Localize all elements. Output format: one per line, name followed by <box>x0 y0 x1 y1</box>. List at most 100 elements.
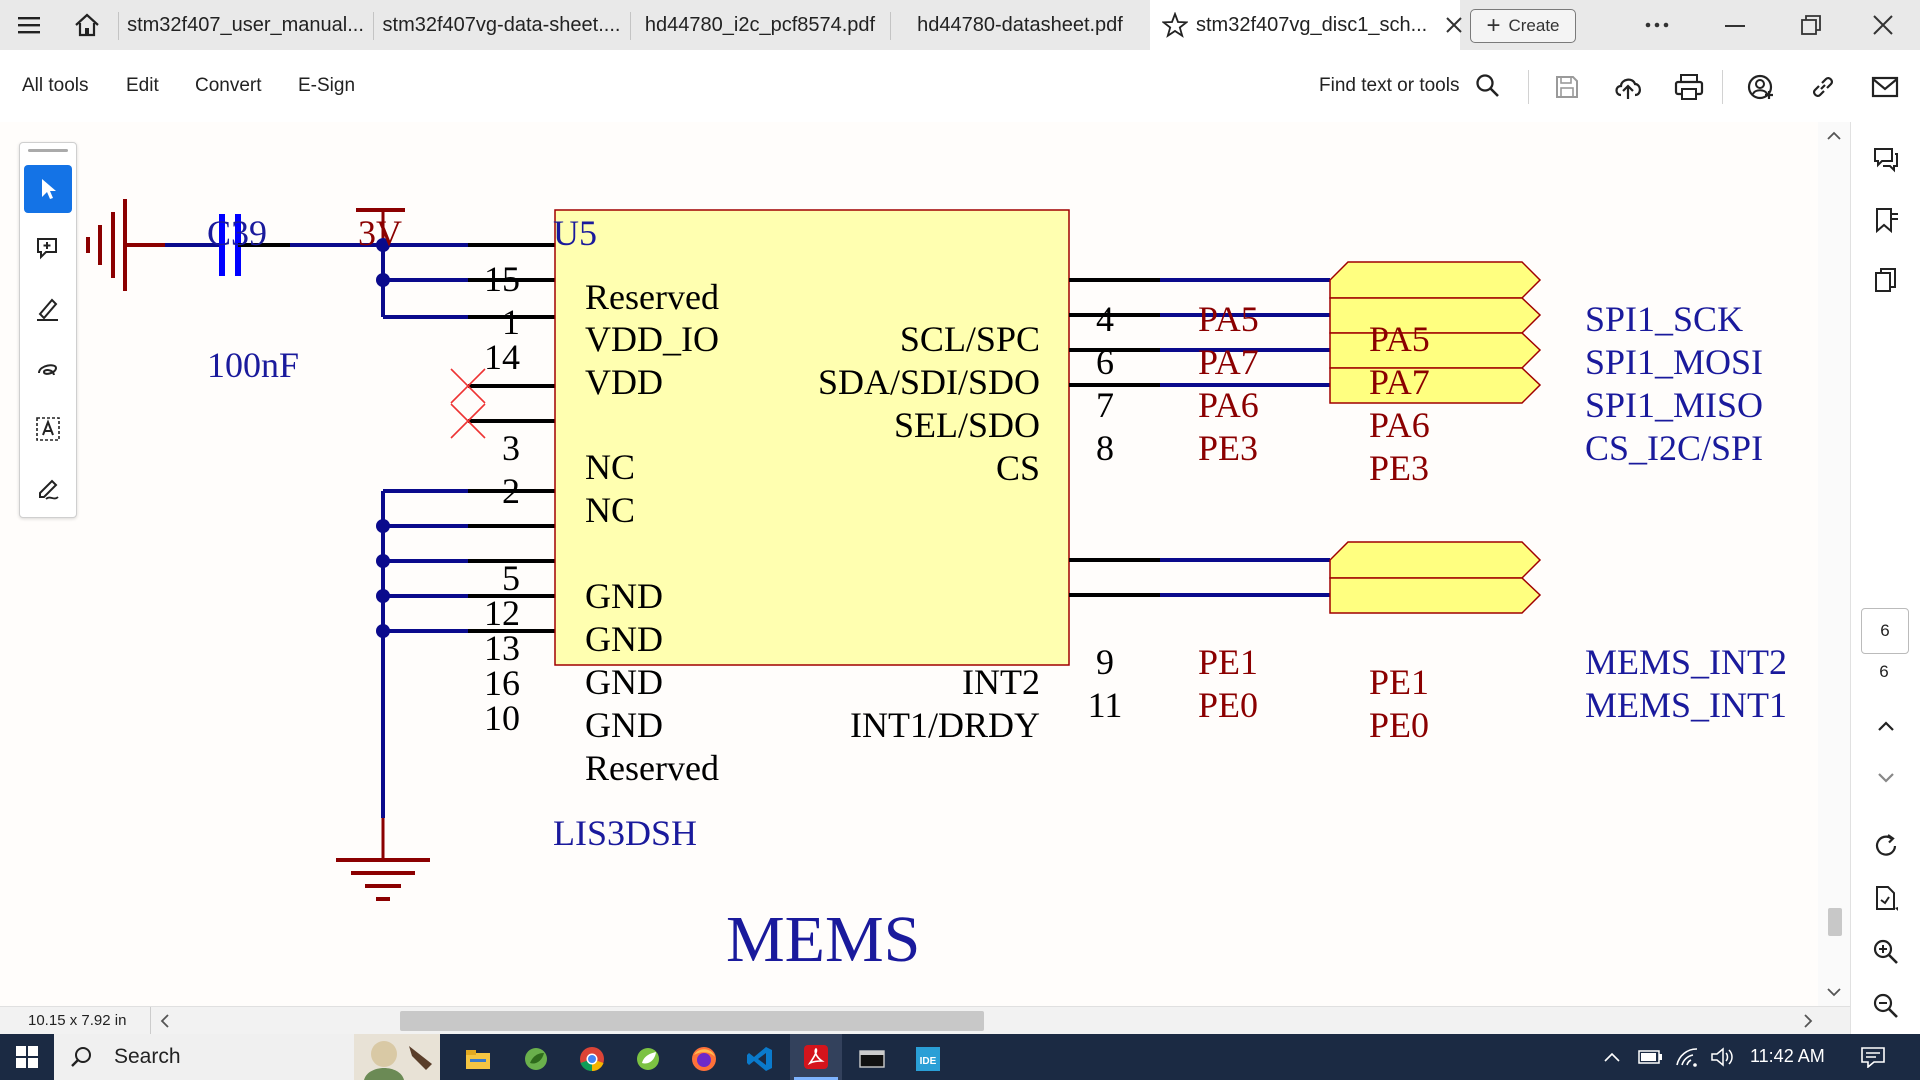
ground-symbol <box>336 858 430 901</box>
net-label: PA7 <box>1198 342 1259 382</box>
firefox-icon[interactable] <box>684 1041 724 1077</box>
scroll-right-arrow-icon[interactable] <box>1798 1011 1818 1031</box>
more-options-icon[interactable] <box>1640 12 1674 38</box>
document-canvas[interactable]: C39 100nF 3V U5 LIS3DSH 15 1 14 3 2 5 12… <box>0 122 1818 1006</box>
draw-freehand-icon[interactable] <box>24 345 72 393</box>
battery-icon[interactable] <box>1634 1044 1664 1070</box>
pin-name: GND <box>585 705 663 745</box>
tab-label: stm32f407_user_manual... <box>127 13 364 36</box>
comments-icon[interactable] <box>1868 142 1904 178</box>
menu-convert[interactable]: Convert <box>195 50 262 122</box>
pages-thumbnail-icon[interactable] <box>1868 262 1904 298</box>
upload-cloud-icon[interactable] <box>1611 70 1645 104</box>
sign-icon[interactable] <box>24 465 72 513</box>
tab-hd44780-datasheet[interactable]: hd44780-datasheet.pdf <box>890 0 1150 50</box>
menu-edit[interactable]: Edit <box>126 50 159 122</box>
clock-time[interactable]: 11:42 AM <box>1750 1046 1825 1067</box>
schematic-drawing <box>86 199 1542 901</box>
junction-dot <box>376 519 390 533</box>
zoom-out-icon[interactable] <box>1868 988 1904 1024</box>
pin-name: INT2 <box>962 662 1040 702</box>
app-spring-icon[interactable] <box>628 1041 668 1077</box>
port-label: PA6 <box>1369 405 1430 445</box>
close-window-icon[interactable] <box>1866 12 1900 38</box>
save-icon[interactable] <box>1550 70 1584 104</box>
pin-name: INT1/DRDY <box>850 705 1040 745</box>
port-flags <box>1329 261 1542 614</box>
file-explorer-icon[interactable] <box>458 1041 498 1077</box>
tab-data-sheet[interactable]: stm32f407vg-data-sheet.... <box>373 0 630 50</box>
scroll-thumb[interactable] <box>1828 908 1842 936</box>
notifications-icon[interactable] <box>1856 1044 1890 1070</box>
right-side-panel: 6 6 <box>1850 122 1920 1034</box>
add-comment-icon[interactable] <box>24 225 72 273</box>
pin-name: GND <box>585 576 663 616</box>
tab-schematic[interactable]: stm32f407vg_disc1_sch... <box>1150 0 1463 50</box>
app-green-leaf-icon[interactable] <box>516 1041 556 1077</box>
refresh-icon[interactable] <box>1868 828 1904 864</box>
text-box-icon[interactable] <box>24 405 72 453</box>
terminal-icon[interactable] <box>852 1041 892 1077</box>
pin-name: CS <box>995 448 1040 488</box>
share-user-icon[interactable] <box>1744 70 1778 104</box>
email-icon[interactable] <box>1868 70 1902 104</box>
create-label: Create <box>1508 16 1560 35</box>
bookmark-icon[interactable] <box>1868 202 1904 238</box>
scroll-thumb[interactable] <box>400 1011 984 1031</box>
section-title: MEMS <box>726 903 921 976</box>
chip-part: LIS3DSH <box>553 813 698 853</box>
print-icon[interactable] <box>1672 70 1706 104</box>
chrome-icon[interactable] <box>572 1041 612 1077</box>
volume-icon[interactable] <box>1708 1044 1738 1070</box>
page-settings-icon[interactable] <box>1868 880 1904 916</box>
restore-icon[interactable] <box>1794 12 1828 38</box>
stm32cubeide-icon[interactable]: IDE <box>908 1041 948 1077</box>
taskbar-search-box[interactable]: Search <box>54 1034 440 1080</box>
menu-label: Convert <box>195 75 262 96</box>
vscode-icon[interactable] <box>740 1041 780 1077</box>
hamburger-menu-icon[interactable] <box>14 12 44 38</box>
pin-number: 8 <box>1096 428 1114 468</box>
close-tab-icon[interactable] <box>1445 12 1463 38</box>
page-number-input[interactable]: 6 <box>1861 608 1909 654</box>
supply-label: 3V <box>358 213 402 253</box>
windows-start-icon[interactable] <box>10 1042 44 1072</box>
minimize-icon[interactable] <box>1718 12 1752 38</box>
horizontal-scrollbar[interactable]: 10.15 x 7.92 in <box>0 1006 1850 1035</box>
previous-page-icon[interactable] <box>1868 708 1904 744</box>
search-placeholder: Search <box>114 1045 181 1068</box>
drag-handle[interactable] <box>28 149 68 152</box>
wifi-icon[interactable] <box>1672 1044 1702 1070</box>
menu-label: Edit <box>126 75 159 96</box>
zoom-in-icon[interactable] <box>1868 934 1904 970</box>
next-page-icon[interactable] <box>1868 760 1904 796</box>
scroll-down-arrow-icon[interactable] <box>1824 984 1844 1000</box>
highlight-pen-icon[interactable] <box>24 285 72 333</box>
show-hidden-icons-chevron-icon[interactable] <box>1600 1044 1624 1070</box>
menu-all-tools[interactable]: All tools <box>22 50 89 122</box>
link-icon[interactable] <box>1806 70 1840 104</box>
menu-e-sign[interactable]: E-Sign <box>298 50 355 122</box>
pin-name: SCL/SPC <box>899 319 1040 359</box>
home-icon[interactable] <box>70 10 104 40</box>
scroll-left-arrow-icon[interactable] <box>155 1011 175 1031</box>
pin-number: 15 <box>484 259 520 299</box>
find-text-or-tools[interactable]: Find text or tools <box>1319 50 1503 122</box>
scroll-up-arrow-icon[interactable] <box>1824 128 1844 144</box>
acrobat-taskbar-active[interactable] <box>790 1034 842 1080</box>
vertical-scrollbar[interactable] <box>1818 122 1850 1006</box>
star-icon[interactable] <box>1162 10 1188 40</box>
net-label: PE1 <box>1198 642 1259 682</box>
pin-name: GND <box>585 619 663 659</box>
tab-label: stm32f407vg-data-sheet.... <box>382 13 621 36</box>
tab-hd44780-i2c[interactable]: hd44780_i2c_pcf8574.pdf <box>630 0 890 50</box>
port-label: PA7 <box>1369 362 1430 402</box>
create-button[interactable]: + Create <box>1470 9 1576 43</box>
select-tool-icon[interactable] <box>24 165 72 213</box>
junction-dot <box>376 589 390 603</box>
net-label: PE3 <box>1198 428 1259 468</box>
page-size-label: 10.15 x 7.92 in <box>28 1012 127 1029</box>
tab-user-manual[interactable]: stm32f407_user_manual... <box>118 0 373 50</box>
page-total: 6 <box>1879 662 1889 681</box>
menu-label: E-Sign <box>298 75 356 96</box>
